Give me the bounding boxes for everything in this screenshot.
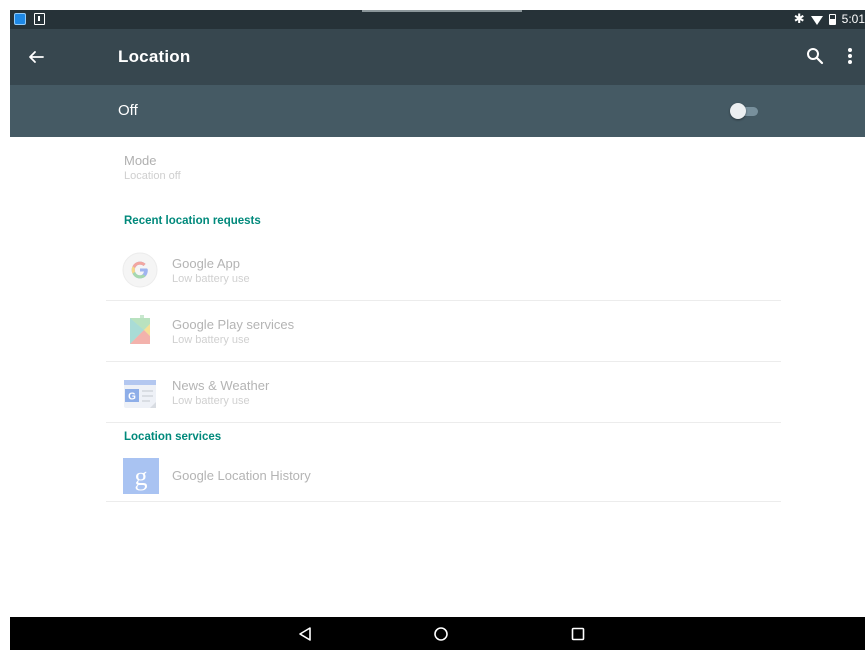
recent-requests-header: Recent location requests — [124, 215, 261, 227]
news-weather-icon: G — [122, 376, 158, 412]
bluetooth-icon: ✱ — [793, 11, 805, 26]
page-title: Location — [118, 47, 191, 66]
list-item-google-app[interactable]: Google App Low battery use — [106, 240, 781, 301]
list-item-location-history[interactable]: g Google Location History — [106, 450, 781, 502]
overflow-menu-button[interactable] — [840, 44, 860, 68]
notification-handle[interactable] — [362, 10, 522, 12]
nav-home-button[interactable] — [432, 625, 450, 643]
list-item-news-weather[interactable]: G News & Weather Low battery use — [106, 362, 781, 423]
home-nav-icon — [434, 627, 448, 641]
location-master-switch-bar[interactable]: Off — [10, 85, 865, 137]
list-item-summary: Low battery use — [172, 334, 250, 346]
download-icon — [34, 13, 45, 25]
svg-text:g: g — [135, 462, 148, 491]
recents-nav-icon — [571, 627, 585, 641]
svg-text:G: G — [128, 392, 136, 403]
google-settings-icon: g — [123, 458, 159, 494]
google-g-icon — [122, 252, 158, 288]
list-item-title: Google Location History — [172, 468, 311, 483]
list-item-summary: Low battery use — [172, 273, 250, 285]
battery-icon — [828, 13, 836, 25]
app-toolbar: Location — [10, 29, 865, 85]
arrow-left-icon — [29, 51, 44, 63]
toggle-thumb — [730, 103, 746, 119]
mode-summary: Location off — [124, 170, 181, 182]
list-item-title: Google App — [172, 256, 240, 271]
search-icon — [807, 48, 824, 65]
settings-list: Mode Location off Recent location reques… — [10, 137, 865, 617]
status-clock: 5:01 — [841, 12, 865, 26]
app-notification-icon — [14, 13, 26, 25]
more-vert-icon — [848, 48, 852, 64]
navigation-bar — [10, 617, 865, 650]
screen: ✱ 5:01 Location Off Mode Location off Re… — [10, 10, 865, 650]
search-button[interactable] — [803, 44, 827, 68]
back-nav-icon — [299, 627, 311, 641]
location-services-header: Location services — [124, 431, 222, 443]
list-item-title: Google Play services — [172, 317, 295, 332]
mode-preference[interactable]: Mode Location off — [124, 153, 181, 182]
list-item-summary: Low battery use — [172, 395, 250, 407]
list-item-play-services[interactable]: Google Play services Low battery use — [106, 301, 781, 362]
nav-recents-button[interactable] — [569, 625, 587, 643]
location-toggle[interactable] — [730, 103, 760, 119]
wifi-icon — [810, 15, 823, 25]
play-services-icon — [122, 312, 158, 348]
list-item-title: News & Weather — [172, 378, 270, 393]
back-button[interactable] — [22, 43, 50, 71]
status-bar: ✱ 5:01 — [10, 10, 865, 29]
mode-title: Mode — [124, 153, 157, 168]
nav-back-button[interactable] — [296, 625, 314, 643]
switch-state-label: Off — [118, 102, 138, 119]
